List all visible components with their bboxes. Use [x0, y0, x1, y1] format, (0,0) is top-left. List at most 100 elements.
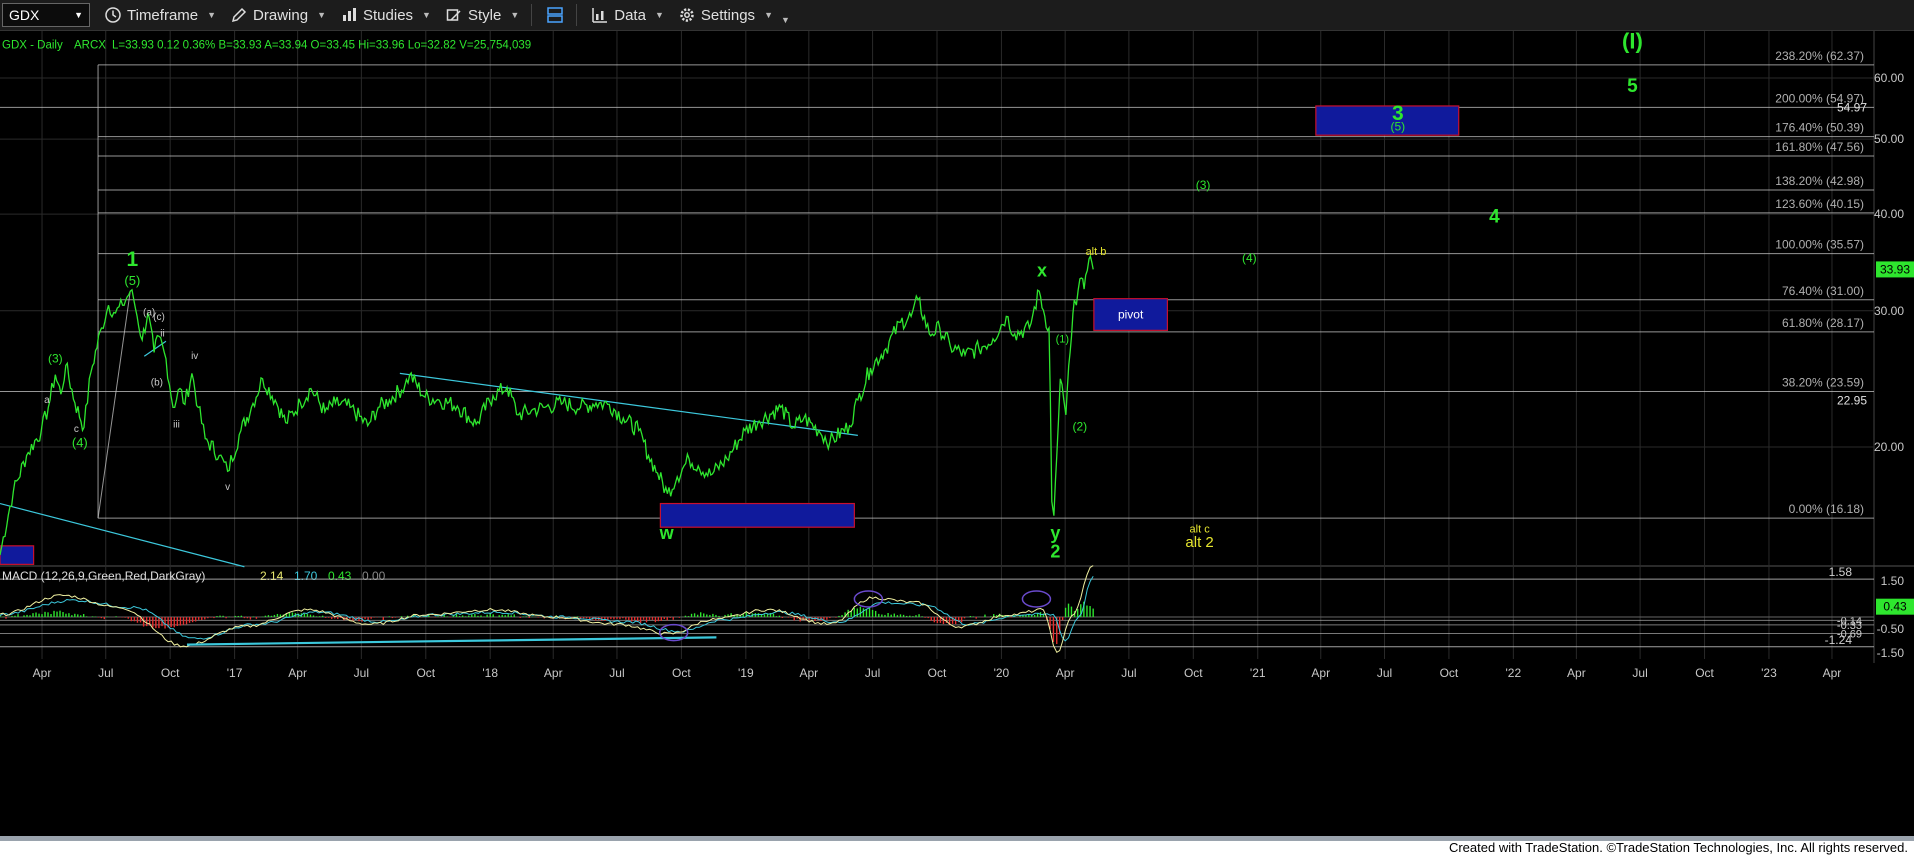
fib-label: 161.80% (47.56) — [1775, 140, 1864, 154]
macd-level-label: 1.58 — [1829, 565, 1853, 579]
x-tick-label: Apr — [544, 666, 563, 680]
style-label: Style — [467, 6, 502, 24]
caret-down-icon: ▼ — [510, 10, 520, 20]
wave-label: alt b — [1086, 246, 1107, 258]
drawing-menu[interactable]: Drawing ▼ — [230, 6, 326, 24]
target-box-3 — [1315, 105, 1460, 136]
x-tick-label: '22 — [1506, 666, 1522, 680]
wave-label: (3) — [1196, 178, 1211, 192]
x-tick-label: Apr — [1056, 666, 1075, 680]
style-icon — [446, 9, 461, 21]
toolbar-divider — [531, 4, 533, 26]
caret-down-icon: ▼ — [422, 10, 431, 20]
macd-highlight-ellipse — [1021, 590, 1052, 608]
wave-label: (I) — [1622, 31, 1643, 53]
timeframe-menu[interactable]: Timeframe ▼ — [104, 6, 216, 24]
style-menu[interactable]: Style ▼ — [445, 6, 519, 24]
pivot-label: pivot — [1118, 308, 1144, 322]
wave-label: iv — [191, 351, 198, 362]
layout-button[interactable] — [546, 6, 564, 24]
toolbar: GDX ▼ Timeframe ▼ Drawing ▼ Studies ▼ St… — [0, 0, 1914, 31]
x-tick-label: Oct — [1440, 666, 1459, 680]
wave-label: alt 2 — [1185, 534, 1213, 551]
wave-label: (1) — [1056, 333, 1069, 345]
wave-label: x — [1037, 261, 1047, 281]
x-tick-label: Jul — [609, 666, 624, 680]
wave-label: 1 — [127, 248, 139, 271]
settings-menu[interactable]: Settings ▼ — [678, 6, 773, 24]
macd-legend-value: 2.14 — [260, 569, 284, 583]
wave-label: v — [225, 482, 230, 493]
macd-signal-line — [0, 575, 1094, 642]
x-tick-label: Jul — [1121, 666, 1136, 680]
x-tick-label: Jul — [1377, 666, 1392, 680]
x-tick-label: Oct — [1184, 666, 1203, 680]
caret-down-icon: ▼ — [764, 10, 773, 20]
wave-label: (4) — [72, 435, 88, 450]
x-tick-label: '20 — [994, 666, 1010, 680]
fib-label: 0.00% (16.18) — [1789, 502, 1864, 516]
toolbar-divider — [576, 4, 578, 26]
timeframe-label: Timeframe — [127, 6, 199, 24]
studies-label: Studies — [363, 6, 414, 24]
wave-label: (3) — [48, 352, 63, 366]
fib-label: 123.60% (40.15) — [1775, 197, 1864, 211]
x-tick-label: '19 — [738, 666, 754, 680]
wave-label: iii — [173, 419, 180, 430]
x-tick-label: Jul — [865, 666, 880, 680]
wave-label: 5 — [1627, 76, 1638, 97]
header-symbol: GDX - Daily — [2, 40, 63, 52]
overflow-caret-icon[interactable]: ▼ — [781, 15, 790, 25]
price-marker-label: 22.95 — [1837, 394, 1867, 408]
settings-label: Settings — [700, 6, 756, 24]
left-edge-box — [0, 545, 35, 565]
macd-legend-value: 0.00 — [362, 569, 386, 583]
time-axis[interactable]: Apr Jul Oct '17 Apr Jul Oct '18 Apr Jul Oct '19 Apr J… — [33, 666, 1842, 680]
y-tick-label: 50.00 — [1874, 132, 1904, 146]
y-tick-label: 20.00 — [1874, 440, 1904, 454]
fib-label: 138.20% (42.98) — [1775, 174, 1864, 188]
symbol-selector[interactable]: GDX ▼ — [2, 3, 90, 27]
grid — [0, 31, 1914, 663]
chevron-down-icon: ▼ — [74, 10, 83, 20]
y-tick-label: 40.00 — [1874, 207, 1904, 221]
wave-label: y — [1050, 523, 1060, 543]
chart-header: GDX - Daily ARCX L=33.93 0.12 0.36% B=33… — [2, 40, 531, 52]
studies-menu[interactable]: Studies ▼ — [340, 6, 431, 24]
fib-label: 61.80% (28.17) — [1782, 316, 1864, 330]
fib-label: 176.40% (50.39) — [1775, 121, 1864, 135]
x-tick-label: '18 — [482, 666, 498, 680]
x-tick-label: Oct — [416, 666, 435, 680]
price-series — [0, 254, 1094, 556]
macd-tick-label: 1.50 — [1881, 574, 1905, 588]
gear-icon — [680, 8, 694, 22]
chart-area[interactable]: 238.20% (62.37)200.00% (54.97)176.40% (5… — [0, 31, 1914, 836]
caret-down-icon: ▼ — [207, 10, 217, 20]
wave-label: (5) — [1390, 120, 1405, 134]
data-menu[interactable]: Data ▼ — [591, 6, 664, 24]
caret-down-icon: ▼ — [654, 10, 664, 20]
footer: Created with TradeStation. ©TradeStation… — [0, 836, 1914, 856]
layout-icon — [547, 7, 563, 23]
wave-label: c — [74, 424, 79, 435]
wave-label: (2) — [1073, 420, 1088, 434]
header-exchange: ARCX — [74, 40, 106, 52]
data-label: Data — [614, 6, 646, 24]
wave-label: a — [44, 395, 50, 406]
x-tick-label: Jul — [354, 666, 369, 680]
x-tick-label: Apr — [1311, 666, 1330, 680]
zone-boxes: pivot — [0, 105, 1460, 565]
clock-icon — [105, 7, 121, 23]
wave-label: w — [659, 523, 675, 543]
wave-label: ii — [160, 328, 164, 339]
fib-label: 76.40% (31.00) — [1782, 284, 1864, 298]
wave-label: 2 — [1050, 541, 1060, 561]
price-marker-label: 54.97 — [1837, 100, 1867, 114]
x-tick-label: Apr — [33, 666, 52, 680]
drawing-label: Drawing — [253, 6, 309, 24]
macd-title: MACD (12,26,9,Green,Red,DarkGray) — [2, 569, 205, 583]
copyright-text: Created with TradeStation. ©TradeStation… — [1448, 840, 1908, 855]
y-tick-label: 60.00 — [1874, 71, 1904, 85]
x-tick-label: Apr — [288, 666, 307, 680]
x-tick-label: '17 — [227, 666, 243, 680]
